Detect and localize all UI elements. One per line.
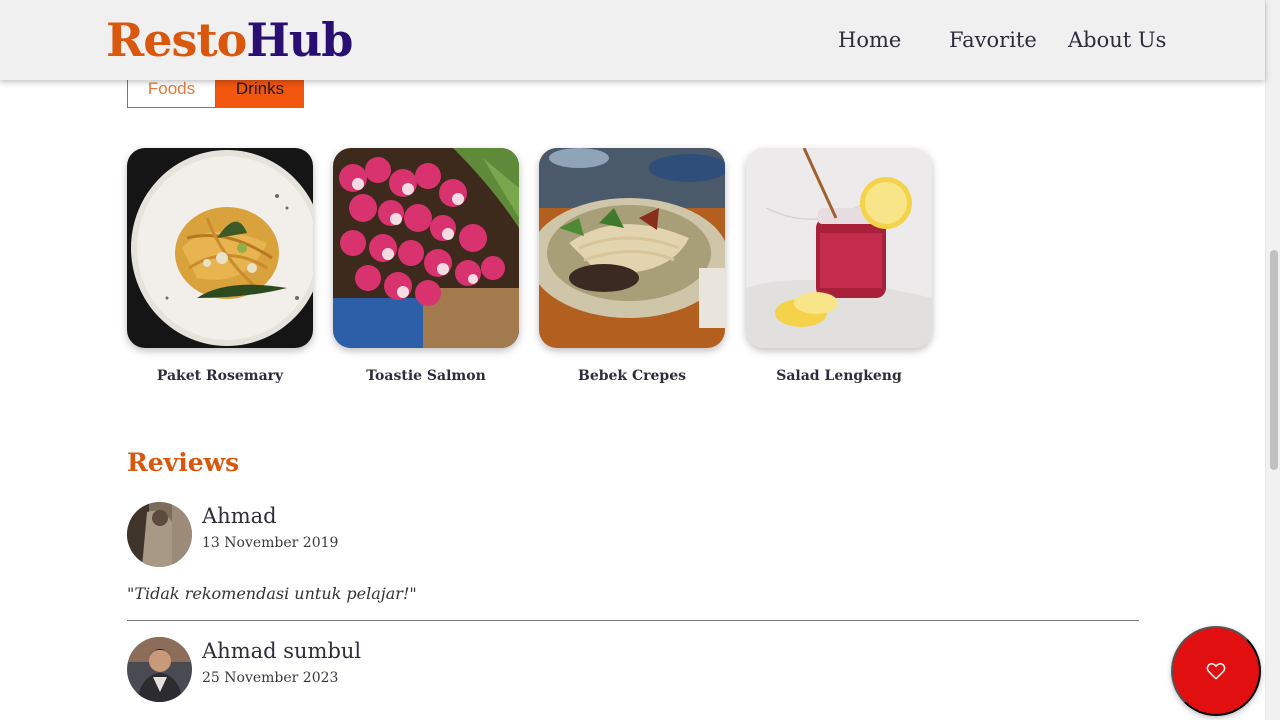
reviewer-name: Ahmad xyxy=(202,504,277,528)
menu-item-name: Salad Lengkeng xyxy=(776,368,902,384)
brand-part-resto: Resto xyxy=(106,13,247,67)
review-text: "Tidak rekomendasi untuk pelajar!" xyxy=(127,584,417,603)
nav-favorite[interactable]: Favorite xyxy=(949,26,1037,54)
menu-image-noodles xyxy=(539,148,725,348)
nav-about-us[interactable]: About Us xyxy=(1068,26,1166,54)
reviewer-name: Ahmad sumbul xyxy=(202,639,362,663)
review-date: 25 November 2023 xyxy=(202,670,339,686)
review-date: 13 November 2019 xyxy=(202,535,339,551)
menu-card[interactable]: Toastie Salmon xyxy=(333,148,519,384)
heart-icon xyxy=(1206,662,1226,680)
menu-item-name: Bebek Crepes xyxy=(577,368,686,384)
avatar xyxy=(127,502,192,567)
page-scrollbar[interactable] xyxy=(1265,0,1280,720)
menu-card[interactable]: Salad Lengkeng xyxy=(746,148,932,384)
nav-home[interactable]: Home xyxy=(838,26,901,54)
avatar xyxy=(127,637,192,702)
menu-image-radish xyxy=(333,148,519,348)
menu-card[interactable]: Paket Rosemary xyxy=(127,148,313,384)
app-header: RestoHub Home Favorite About Us xyxy=(0,0,1265,80)
menu-item-name: Paket Rosemary xyxy=(156,368,284,384)
review-divider xyxy=(127,620,1139,621)
menu-card[interactable]: Bebek Crepes xyxy=(539,148,725,384)
menu-item-name: Toastie Salmon xyxy=(366,368,486,384)
favorite-button[interactable] xyxy=(1171,626,1261,716)
brand-part-hub: Hub xyxy=(246,13,353,67)
menu-image-drink xyxy=(746,148,932,348)
reviews-title: Reviews xyxy=(127,448,240,477)
scrollbar-thumb[interactable] xyxy=(1270,250,1278,470)
brand-logo[interactable]: RestoHub xyxy=(106,12,353,68)
menu-image-pasta xyxy=(127,148,313,348)
